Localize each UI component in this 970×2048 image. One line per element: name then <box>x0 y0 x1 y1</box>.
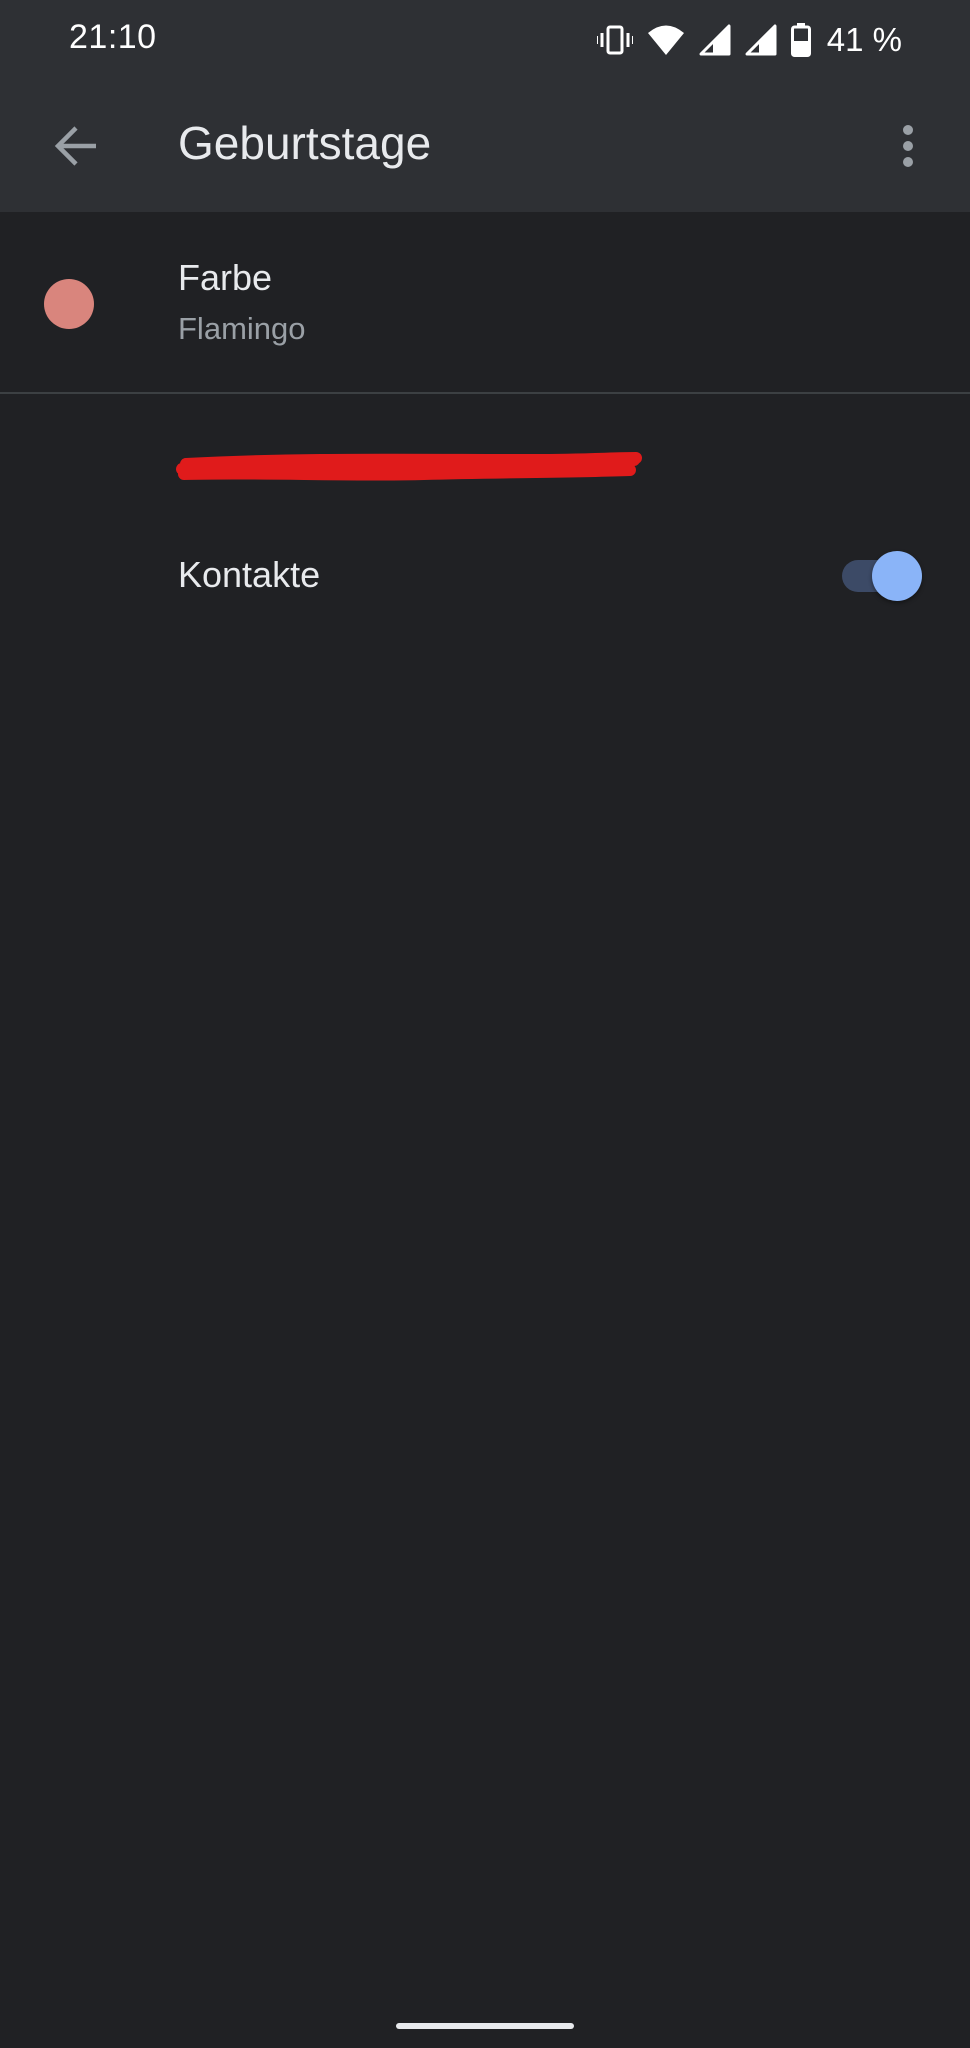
color-label: Farbe <box>178 257 273 298</box>
arrow-back-icon <box>54 126 96 166</box>
status-icons: 41 % <box>596 16 902 64</box>
toggle-thumb <box>872 551 922 601</box>
status-time: 21:10 <box>69 18 157 56</box>
status-bar: 21:10 41 % <box>0 0 970 80</box>
more-options-button[interactable] <box>876 114 940 178</box>
battery-icon <box>790 23 811 57</box>
divider <box>0 392 970 394</box>
signal-icon <box>745 24 777 56</box>
gesture-nav-handle[interactable] <box>396 2023 574 2029</box>
page-title: Geburtstage <box>178 117 432 169</box>
color-setting-row[interactable]: Farbe Flamingo <box>0 212 970 392</box>
contacts-setting-row[interactable]: Kontakte <box>0 530 970 620</box>
vibrate-icon <box>596 23 633 57</box>
back-button[interactable] <box>44 114 108 178</box>
more-vert-icon <box>903 125 913 167</box>
color-value: Flamingo <box>178 311 306 346</box>
wifi-icon <box>647 24 685 56</box>
screen: 21:10 41 % Geburtstage Farbe Flamingo Ko… <box>0 0 970 2048</box>
signal-icon <box>699 24 731 56</box>
color-swatch <box>44 279 94 329</box>
app-bar: Geburtstage <box>0 80 970 212</box>
contacts-toggle[interactable] <box>842 548 922 602</box>
battery-percent: 41 % <box>826 21 902 58</box>
contacts-label: Kontakte <box>178 554 321 595</box>
redaction-mark <box>176 452 642 481</box>
